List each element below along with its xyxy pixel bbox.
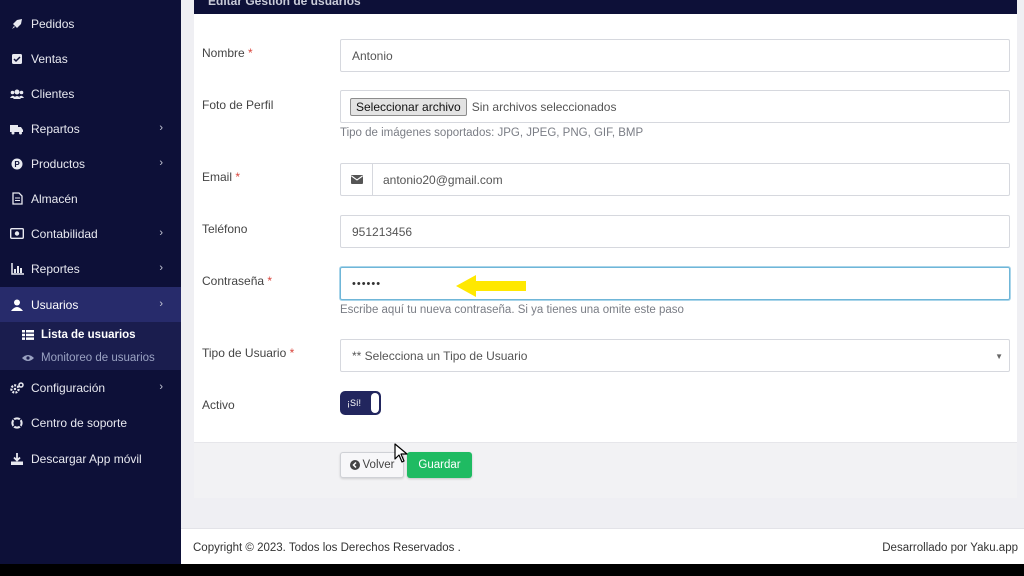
nombre-label: Nombre * [202,46,253,60]
sidebar-item-configuracion[interactable]: Configuración › [0,370,181,405]
tipo-usuario-label: Tipo de Usuario * [202,346,295,360]
copyright-text: Copyright © 2023. Todos los Derechos Res… [193,542,461,554]
download-icon [10,452,24,466]
page-footer: Copyright © 2023. Todos los Derechos Res… [181,528,1024,564]
telefono-label: Teléfono [202,222,248,236]
check-square-icon [10,52,24,66]
user-edit-card: Editar Gestión de usuarios Nombre * Anto… [194,0,1017,498]
mouse-cursor-icon [394,443,408,463]
card-title: Editar Gestión de usuarios [208,0,361,8]
nombre-input[interactable]: Antonio [340,39,1010,72]
sidebar-item-label: Usuarios [31,297,79,312]
foto-perfil-label: Foto de Perfil [202,98,274,112]
email-label: Email * [202,170,241,184]
contrasena-label: Contraseña * [202,274,273,288]
sidebar-item-label: Ventas [31,51,68,66]
sidebar-item-almacen[interactable]: Almacén [0,181,181,216]
email-field[interactable]: antonio20@gmail.com [340,163,1010,196]
toggle-knob [371,393,379,413]
sidebar-item-centro-soporte[interactable]: Centro de soporte [0,405,181,440]
sidebar-item-label: Contabilidad [31,226,98,241]
svg-text:P: P [14,160,20,169]
card-footer [194,442,1017,498]
sidebar-item-ventas[interactable]: Ventas [0,41,181,76]
product-p-icon: P [10,157,24,171]
list-icon [22,330,34,340]
sidebar-item-contabilidad[interactable]: Contabilidad › [0,216,181,251]
developer-credit: Desarrollado por Yaku.app [882,542,1018,554]
chevron-right-icon: › [159,262,163,274]
lifebuoy-icon [10,416,24,430]
sidebar-item-label: Clientes [31,86,75,101]
card-header: Editar Gestión de usuarios [194,0,1017,14]
chevron-right-icon: › [159,298,163,310]
submenu-item-label: Monitoreo de usuarios [41,352,155,364]
sidebar-item-label: Reportes [31,261,80,276]
sidebar-item-label: Centro de soporte [31,415,128,430]
sidebar-item-reportes[interactable]: Reportes › [0,251,181,286]
telefono-input[interactable]: 951213456 [340,215,1010,248]
chevron-right-icon: › [159,122,163,134]
envelope-icon [341,164,373,195]
sidebar-item-label: Repartos [31,121,80,136]
file-icon [10,192,24,206]
file-status-text: Sin archivos seleccionados [471,99,617,114]
cogs-icon [10,381,24,395]
submenu-item-lista-usuarios[interactable]: Lista de usuarios [0,324,181,346]
password-help-text: Escribe aquí tu nueva contraseña. Si ya … [340,304,684,316]
submenu-item-monitoreo-usuarios[interactable]: Monitoreo de usuarios [0,347,181,369]
caret-down-icon: ▼ [995,352,1003,361]
sidebar-item-label: Almacén [31,191,78,206]
money-icon [10,227,24,241]
bottom-black-bar [0,564,1024,576]
foto-perfil-file-input[interactable]: Seleccionar archivo Sin archivos selecci… [340,90,1010,123]
tipo-usuario-select[interactable]: ** Selecciona un Tipo de Usuario ▼ [340,339,1010,372]
truck-icon [10,122,24,136]
chevron-right-icon: › [159,157,163,169]
sidebar-item-clientes[interactable]: Clientes [0,76,181,111]
sidebar-item-label: Descargar App móvil [31,451,142,466]
bar-chart-icon [10,262,24,276]
main-content: Editar Gestión de usuarios Nombre * Anto… [181,0,1024,564]
submenu-item-label: Lista de usuarios [41,329,136,341]
sidebar-item-productos[interactable]: P Productos › [0,146,181,181]
sidebar-item-label: Configuración [31,380,106,395]
save-button[interactable]: Guardar [407,452,472,478]
eye-icon [22,354,34,362]
activo-toggle[interactable]: ¡Sí! [340,391,381,415]
sidebar-item-label: Pedidos [31,16,75,31]
arrow-circle-left-icon [349,460,360,470]
usuarios-submenu: Lista de usuarios Monitoreo de usuarios [0,322,181,370]
password-input[interactable]: •••••• [340,267,1010,300]
rocket-icon [10,17,24,31]
sidebar-item-repartos[interactable]: Repartos › [0,111,181,146]
users-icon [10,87,24,101]
sidebar-item-usuarios[interactable]: Usuarios › [0,287,181,322]
chevron-right-icon: › [159,227,163,239]
activo-label: Activo [202,398,235,412]
sidebar: Pedidos Ventas Clientes Repartos › P Pro… [0,0,181,564]
select-file-button[interactable]: Seleccionar archivo [350,97,467,116]
sidebar-item-label: Productos [31,156,86,171]
sidebar-item-pedidos[interactable]: Pedidos [0,6,181,41]
user-icon [10,298,24,312]
sidebar-item-descargar-app[interactable]: Descargar App móvil [0,441,181,476]
chevron-right-icon: › [159,381,163,393]
yellow-arrow-annotation [456,275,526,297]
foto-help-text: Tipo de imágenes soportados: JPG, JPEG, … [340,127,644,139]
